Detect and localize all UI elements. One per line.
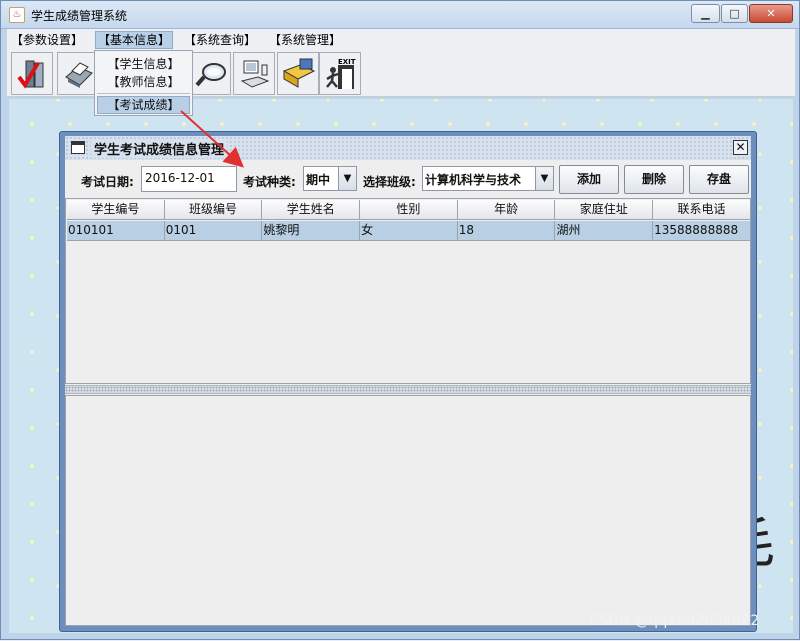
window-title: 学生成绩管理系统 <box>31 9 128 23</box>
computer-user-icon <box>240 60 270 88</box>
exit-tool-button[interactable]: EXIT <box>319 52 361 95</box>
cell-class-id[interactable]: 0101 <box>164 221 263 241</box>
watermark: CSDN @qq2892034822 <box>589 613 760 629</box>
computer-tool-button[interactable] <box>233 52 275 95</box>
save-button[interactable]: 存盘 <box>689 165 749 194</box>
application-window: ♨ 学生成绩管理系统 ▁ □ ✕ 【参数设置】 【基本信息】 【系统查询】 【系… <box>0 0 800 640</box>
menu-separator <box>97 93 190 94</box>
checklist-tool-button[interactable] <box>11 52 53 95</box>
cell-gender[interactable]: 女 <box>360 221 458 241</box>
checklist-icon <box>17 60 44 89</box>
menu-parameter-settings[interactable]: 【参数设置】 <box>9 31 85 49</box>
exam-type-value: 期中 <box>306 173 331 187</box>
add-button[interactable]: 添加 <box>559 165 619 194</box>
frame-title: 学生考试成绩信息管理 <box>91 139 228 158</box>
column-address[interactable]: 家庭住址 <box>555 200 654 220</box>
column-age[interactable]: 年龄 <box>457 200 556 220</box>
frame-titlebar[interactable]: 学生考试成绩信息管理 ✕ <box>65 136 751 160</box>
cell-age[interactable]: 18 <box>457 221 556 241</box>
window-icon <box>71 141 85 154</box>
column-class-id[interactable]: 班级编号 <box>164 200 263 220</box>
table-row[interactable]: 010101 0101 姚黎明 女 18 湖州 13588888888 <box>67 221 751 241</box>
student-table[interactable]: 学生编号 班级编号 学生姓名 性别 年龄 家庭住址 联系电话 010101 01… <box>65 198 751 384</box>
cell-student-name[interactable]: 姚黎明 <box>262 221 361 241</box>
exam-date-label: 考试日期: <box>81 175 134 189</box>
menu-student-info[interactable]: 【学生信息】 <box>97 55 190 73</box>
menu-system-management[interactable]: 【系统管理】 <box>267 31 343 49</box>
folder-computer-tool-button[interactable] <box>277 52 319 95</box>
frame-content: 考试日期: 2016-12-01 考试种类: 期中 ▼ 选择班级: 计算机科学与… <box>65 160 751 626</box>
exam-date-field[interactable]: 2016-12-01 <box>141 166 237 192</box>
delete-button[interactable]: 删除 <box>624 165 684 194</box>
minimize-button[interactable]: ▁ <box>691 4 720 23</box>
close-button[interactable]: ✕ <box>749 4 793 23</box>
table-header: 学生编号 班级编号 学生姓名 性别 年龄 家庭住址 联系电话 <box>67 200 751 220</box>
column-student-name[interactable]: 学生姓名 <box>262 200 361 220</box>
menu-basic-info[interactable]: 【基本信息】 <box>95 31 174 49</box>
cell-phone[interactable]: 13588888888 <box>653 221 751 241</box>
frame-close-button[interactable]: ✕ <box>733 140 748 155</box>
window-titlebar[interactable]: ♨ 学生成绩管理系统 ▁ □ ✕ <box>1 1 799 29</box>
class-value: 计算机科学与技术 <box>425 173 522 187</box>
svg-text:EXIT: EXIT <box>338 58 356 66</box>
menu-system-query[interactable]: 【系统查询】 <box>182 31 258 49</box>
exit-door-icon: EXIT <box>326 58 356 89</box>
exam-type-select[interactable]: 期中 ▼ <box>303 166 357 191</box>
menu-exam-scores[interactable]: 【考试成绩】 <box>97 96 190 114</box>
column-gender[interactable]: 性别 <box>360 200 458 220</box>
chevron-down-icon[interactable]: ▼ <box>338 167 356 190</box>
cell-address[interactable]: 湖州 <box>555 221 654 241</box>
search-lens-icon <box>195 63 226 87</box>
column-student-id[interactable]: 学生编号 <box>67 200 165 220</box>
cell-student-id[interactable]: 010101 <box>67 221 165 241</box>
printer-tool-button[interactable] <box>57 52 99 95</box>
menu-bar: 【参数设置】 【基本信息】 【系统查询】 【系统管理】 <box>7 29 795 51</box>
folder-computer-icon <box>282 58 316 88</box>
java-cup-icon: ♨ <box>9 7 25 23</box>
class-label: 选择班级: <box>363 175 416 189</box>
column-phone[interactable]: 联系电话 <box>653 200 751 220</box>
basic-info-dropdown: 【学生信息】 【教师信息】 【考试成绩】 <box>94 50 193 116</box>
class-select[interactable]: 计算机科学与技术 ▼ <box>422 166 554 191</box>
exam-score-frame: 学生考试成绩信息管理 ✕ 考试日期: 2016-12-01 考试种类: 期中 ▼… <box>59 131 757 632</box>
menu-teacher-info[interactable]: 【教师信息】 <box>97 73 190 91</box>
score-panel <box>65 395 751 626</box>
split-pane-divider[interactable] <box>65 385 751 394</box>
chevron-down-icon[interactable]: ▼ <box>535 167 553 190</box>
exam-type-label: 考试种类: <box>243 175 296 189</box>
maximize-button[interactable]: □ <box>721 4 748 23</box>
printer-icon <box>65 62 93 88</box>
search-tool-button[interactable] <box>189 52 231 95</box>
